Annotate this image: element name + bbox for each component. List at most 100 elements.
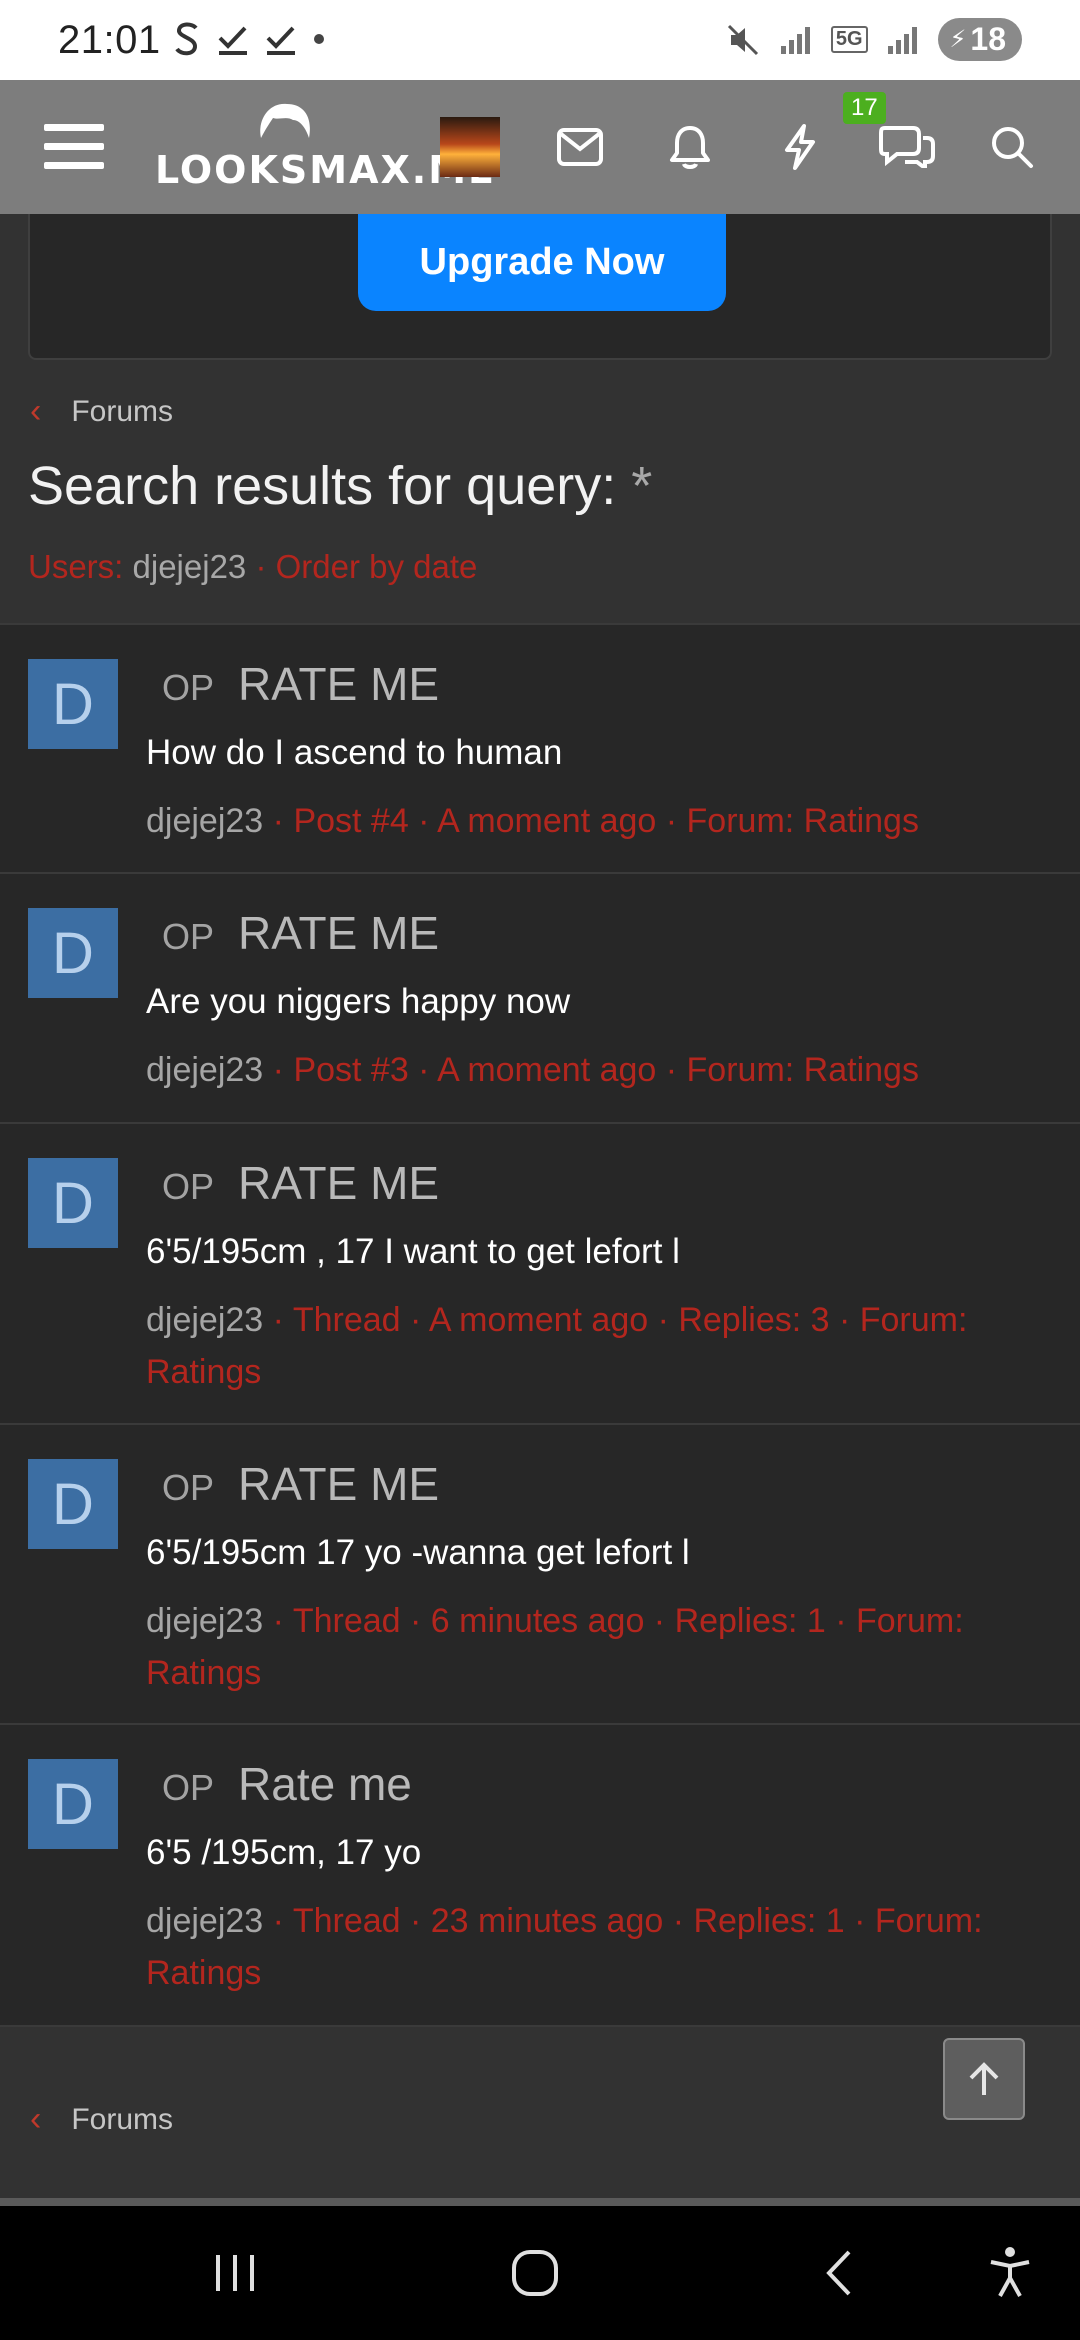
users-filter-value[interactable]: djejej23 bbox=[133, 548, 247, 585]
list-item[interactable]: D OP RATE ME Are you niggers happy now d… bbox=[0, 874, 1080, 1124]
signal-icon bbox=[887, 26, 917, 54]
result-meta-details: · Post #3 · A moment ago · Forum: Rating… bbox=[272, 1051, 919, 1089]
whats-new-button[interactable] bbox=[768, 80, 832, 214]
back-button[interactable] bbox=[804, 2206, 874, 2340]
battery-indicator: ⚡ 18 bbox=[937, 18, 1022, 61]
avatar[interactable]: D bbox=[28, 659, 118, 749]
op-label: OP bbox=[162, 1467, 215, 1508]
breadcrumb-forums[interactable]: Forums bbox=[71, 395, 173, 429]
search-results-list: D OP RATE ME How do I ascend to human dj… bbox=[0, 623, 1080, 2027]
upgrade-banner: Upgrade Now bbox=[28, 214, 1052, 360]
status-time: 21:01 bbox=[58, 18, 161, 62]
avatar[interactable]: D bbox=[28, 908, 118, 998]
upgrade-now-button[interactable]: Upgrade Now bbox=[358, 214, 726, 311]
result-meta-details: · Thread · 6 minutes ago · Replies: 1 · … bbox=[146, 1602, 964, 1692]
page-title-text: Search results for query: bbox=[28, 456, 617, 516]
result-snippet: 6'5/195cm 17 yo -wanna get lefort l bbox=[146, 1533, 690, 1572]
result-title[interactable]: RATE ME bbox=[238, 657, 439, 711]
result-author[interactable]: djejej23 bbox=[146, 1902, 263, 1940]
result-title[interactable]: Rate me bbox=[238, 1757, 412, 1811]
op-label: OP bbox=[162, 1166, 215, 1207]
status-left-icons bbox=[172, 20, 326, 58]
conversations-button[interactable]: 17 bbox=[843, 80, 942, 214]
status-right-icons: 5G ⚡ 18 bbox=[725, 18, 1022, 61]
avatar[interactable]: D bbox=[28, 1759, 118, 1849]
recent-apps-button[interactable] bbox=[200, 2206, 270, 2340]
search-query: * bbox=[631, 456, 653, 516]
result-meta: djejej23 · Thread · A moment ago · Repli… bbox=[146, 1294, 1040, 1398]
battery-level: 18 bbox=[970, 21, 1006, 57]
result-title[interactable]: RATE ME bbox=[238, 1156, 439, 1210]
order-by-date-link[interactable]: Order by date bbox=[276, 548, 478, 585]
envelope-icon bbox=[557, 128, 603, 166]
user-avatar[interactable] bbox=[440, 117, 500, 177]
op-label: OP bbox=[162, 667, 215, 708]
signal-icon bbox=[780, 26, 810, 54]
filter-separator: · bbox=[255, 548, 267, 585]
result-snippet: 6'5/195cm , 17 I want to get lefort l bbox=[146, 1232, 680, 1271]
result-snippet: Are you niggers happy now bbox=[146, 982, 571, 1021]
users-filter-label: Users: bbox=[28, 548, 124, 585]
menu-button[interactable] bbox=[34, 80, 114, 214]
result-author[interactable]: djejej23 bbox=[146, 1301, 263, 1339]
result-meta: djejej23 · Post #4 · A moment ago · Foru… bbox=[146, 795, 1040, 847]
top-navigation: LOOKSMAX.ME 17 bbox=[0, 80, 1080, 214]
system-navigation-bar bbox=[0, 2206, 1080, 2340]
footer-divider bbox=[0, 2198, 1080, 2206]
op-label: OP bbox=[162, 1767, 215, 1808]
network-type: 5G bbox=[830, 26, 868, 53]
accessibility-icon bbox=[990, 2247, 1030, 2297]
list-item[interactable]: D OP RATE ME 6'5/195cm 17 yo -wanna get … bbox=[0, 1425, 1080, 1725]
arrow-up-icon bbox=[969, 2062, 999, 2095]
breadcrumb-bottom[interactable]: ‹ Forums bbox=[30, 2100, 173, 2139]
s-app-icon bbox=[175, 22, 198, 56]
charging-icon: ⚡ bbox=[949, 26, 967, 53]
breadcrumb[interactable]: ‹ Forums bbox=[30, 392, 173, 431]
home-button[interactable] bbox=[500, 2206, 570, 2340]
result-meta: djejej23 · Thread · 23 minutes ago · Rep… bbox=[146, 1895, 1040, 1999]
list-item[interactable]: D OP RATE ME How do I ascend to human dj… bbox=[0, 625, 1080, 874]
scroll-to-top-button[interactable] bbox=[943, 2038, 1025, 2120]
alerts-button[interactable] bbox=[658, 80, 722, 214]
breadcrumb-forums[interactable]: Forums bbox=[71, 2103, 173, 2137]
search-button[interactable] bbox=[980, 80, 1044, 214]
home-icon bbox=[512, 2250, 558, 2296]
result-author[interactable]: djejej23 bbox=[146, 1602, 263, 1640]
list-item[interactable]: D OP Rate me 6'5 /195cm, 17 yo djejej23 … bbox=[0, 1725, 1080, 2027]
recent-apps-icon bbox=[216, 2255, 254, 2291]
accessibility-button[interactable] bbox=[975, 2206, 1045, 2340]
status-bar: 21:01 5G ⚡ 18 bbox=[0, 0, 1080, 80]
inbox-button[interactable] bbox=[548, 80, 612, 214]
lightning-icon bbox=[785, 124, 815, 170]
unread-badge: 17 bbox=[843, 91, 886, 124]
hamburger-icon bbox=[44, 124, 104, 169]
chat-bubbles-icon bbox=[879, 125, 935, 172]
result-meta: djejej23 · Thread · 6 minutes ago · Repl… bbox=[146, 1595, 1040, 1699]
dot-icon bbox=[314, 34, 324, 44]
page-title: Search results for query: * bbox=[28, 455, 652, 517]
check-icon bbox=[218, 26, 247, 55]
bell-icon bbox=[670, 126, 710, 169]
chevron-left-icon: ‹ bbox=[30, 392, 42, 430]
result-title[interactable]: RATE ME bbox=[238, 906, 439, 960]
check-icon bbox=[266, 26, 295, 55]
result-author[interactable]: djejej23 bbox=[146, 1051, 263, 1089]
logo-hair-icon bbox=[260, 103, 310, 138]
search-filters: Users: djejej23 · Order by date bbox=[28, 548, 477, 586]
result-meta: djejej23 · Post #3 · A moment ago · Foru… bbox=[146, 1044, 1040, 1096]
chevron-left-icon: ‹ bbox=[30, 2100, 42, 2138]
avatar[interactable]: D bbox=[28, 1459, 118, 1549]
search-icon bbox=[992, 127, 1033, 168]
result-snippet: 6'5 /195cm, 17 yo bbox=[146, 1833, 422, 1872]
result-snippet: How do I ascend to human bbox=[146, 733, 563, 772]
back-icon bbox=[826, 2250, 851, 2296]
result-author[interactable]: djejej23 bbox=[146, 802, 263, 840]
result-meta-details: · Post #4 · A moment ago · Forum: Rating… bbox=[272, 802, 919, 840]
op-label: OP bbox=[162, 916, 215, 957]
result-title[interactable]: RATE ME bbox=[238, 1457, 439, 1511]
site-logo[interactable]: LOOKSMAX.ME bbox=[155, 98, 494, 198]
mute-icon bbox=[727, 24, 758, 55]
list-item[interactable]: D OP RATE ME 6'5/195cm , 17 I want to ge… bbox=[0, 1124, 1080, 1425]
avatar[interactable]: D bbox=[28, 1158, 118, 1248]
result-meta-details: · Thread · 23 minutes ago · Replies: 1 ·… bbox=[146, 1902, 983, 1992]
